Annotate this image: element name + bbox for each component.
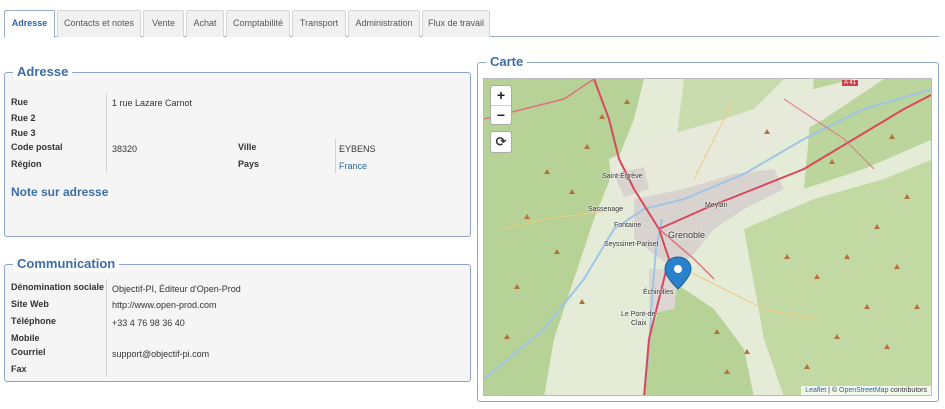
tab-vente[interactable]: Vente bbox=[143, 10, 184, 37]
site-web-value[interactable]: http://www.open-prod.com bbox=[112, 300, 217, 310]
attribution-tail: contributors bbox=[888, 387, 927, 394]
communication-divider bbox=[106, 279, 107, 377]
refresh-icon[interactable]: ⟳ bbox=[490, 131, 512, 153]
adresse-title: Adresse bbox=[13, 64, 73, 80]
denomination-label: Dénomination sociale bbox=[11, 282, 105, 292]
osm-link[interactable]: OpenStreetMap bbox=[839, 387, 888, 394]
note-adresse-title: Note sur adresse bbox=[11, 185, 109, 199]
tab-contacts-et-notes[interactable]: Contacts et notes bbox=[57, 10, 141, 37]
ville-label: Ville bbox=[238, 142, 257, 152]
place-grenoble: Grenoble bbox=[668, 230, 706, 240]
ville-value: EYBENS bbox=[339, 144, 376, 154]
attribution-separator: | © bbox=[826, 387, 840, 394]
place-saint-egreve: Saint-Égrève bbox=[602, 173, 643, 180]
road-a41-label: A 41 bbox=[842, 80, 859, 86]
communication-title: Communication bbox=[13, 256, 120, 272]
place-echirolles: Échirolles bbox=[643, 289, 674, 296]
rue2-label: Rue 2 bbox=[11, 113, 36, 123]
place-seyssinet: Seyssinet-Pariset bbox=[604, 241, 659, 248]
courriel-value[interactable]: support@objectif-pi.com bbox=[112, 349, 209, 359]
map-attribution: Leaflet | © OpenStreetMap contributors bbox=[801, 386, 931, 395]
adresse-divider bbox=[106, 93, 107, 173]
tab-achat[interactable]: Achat bbox=[186, 10, 224, 37]
rue3-label: Rue 3 bbox=[11, 128, 36, 138]
fax-label: Fax bbox=[11, 364, 27, 374]
tab-comptabilite[interactable]: Comptabilité bbox=[226, 10, 290, 37]
tab-administration[interactable]: Administration bbox=[348, 10, 420, 37]
pays-link[interactable]: France bbox=[339, 161, 367, 171]
denomination-value: Objectif-PI, Éditeur d'Open-Prod bbox=[112, 284, 241, 294]
region-label: Région bbox=[11, 159, 42, 169]
place-meylan: Meylan bbox=[705, 202, 728, 209]
place-pont-de-claix-2: Claix bbox=[631, 320, 647, 327]
tab-flux-de-travail[interactable]: Flux de travail bbox=[422, 10, 490, 37]
adresse-fieldset: Adresse Rue 1 rue Lazare Carnot Rue 2 Ru… bbox=[4, 64, 471, 237]
tab-transport[interactable]: Transport bbox=[292, 10, 346, 37]
site-web-label: Site Web bbox=[11, 299, 49, 309]
courriel-label: Courriel bbox=[11, 347, 46, 357]
rue-value: 1 rue Lazare Carnot bbox=[112, 98, 193, 108]
mobile-label: Mobile bbox=[11, 333, 40, 343]
tab-bar: Adresse Contacts et notes Vente Achat Co… bbox=[4, 10, 939, 38]
communication-fieldset: Communication Dénomination sociale Objec… bbox=[4, 256, 471, 382]
telephone-value: +33 4 76 98 36 40 bbox=[112, 318, 185, 328]
pays-label: Pays bbox=[238, 159, 260, 169]
place-pont-de-claix: Le Pont-de- bbox=[621, 311, 658, 318]
tab-adresse[interactable]: Adresse bbox=[4, 10, 55, 38]
code-postal-label: Code postal bbox=[11, 142, 63, 152]
zoom-control: + − bbox=[490, 85, 512, 125]
adresse-divider-right bbox=[335, 139, 336, 173]
place-fontaine: Fontaine bbox=[614, 222, 642, 229]
leaflet-link[interactable]: Leaflet bbox=[805, 387, 826, 394]
rue-label: Rue bbox=[11, 97, 29, 107]
carte-title: Carte bbox=[486, 54, 528, 70]
telephone-label: Téléphone bbox=[11, 316, 57, 326]
code-postal-value: 38320 bbox=[112, 144, 138, 154]
zoom-out-button[interactable]: − bbox=[491, 105, 511, 124]
zoom-in-button[interactable]: + bbox=[491, 86, 511, 105]
map-tiles bbox=[484, 79, 931, 395]
place-sassenage: Sassenage bbox=[588, 206, 624, 213]
map-view[interactable]: Saint-Égrève Sassenage Fontaine Grenoble… bbox=[483, 78, 932, 396]
